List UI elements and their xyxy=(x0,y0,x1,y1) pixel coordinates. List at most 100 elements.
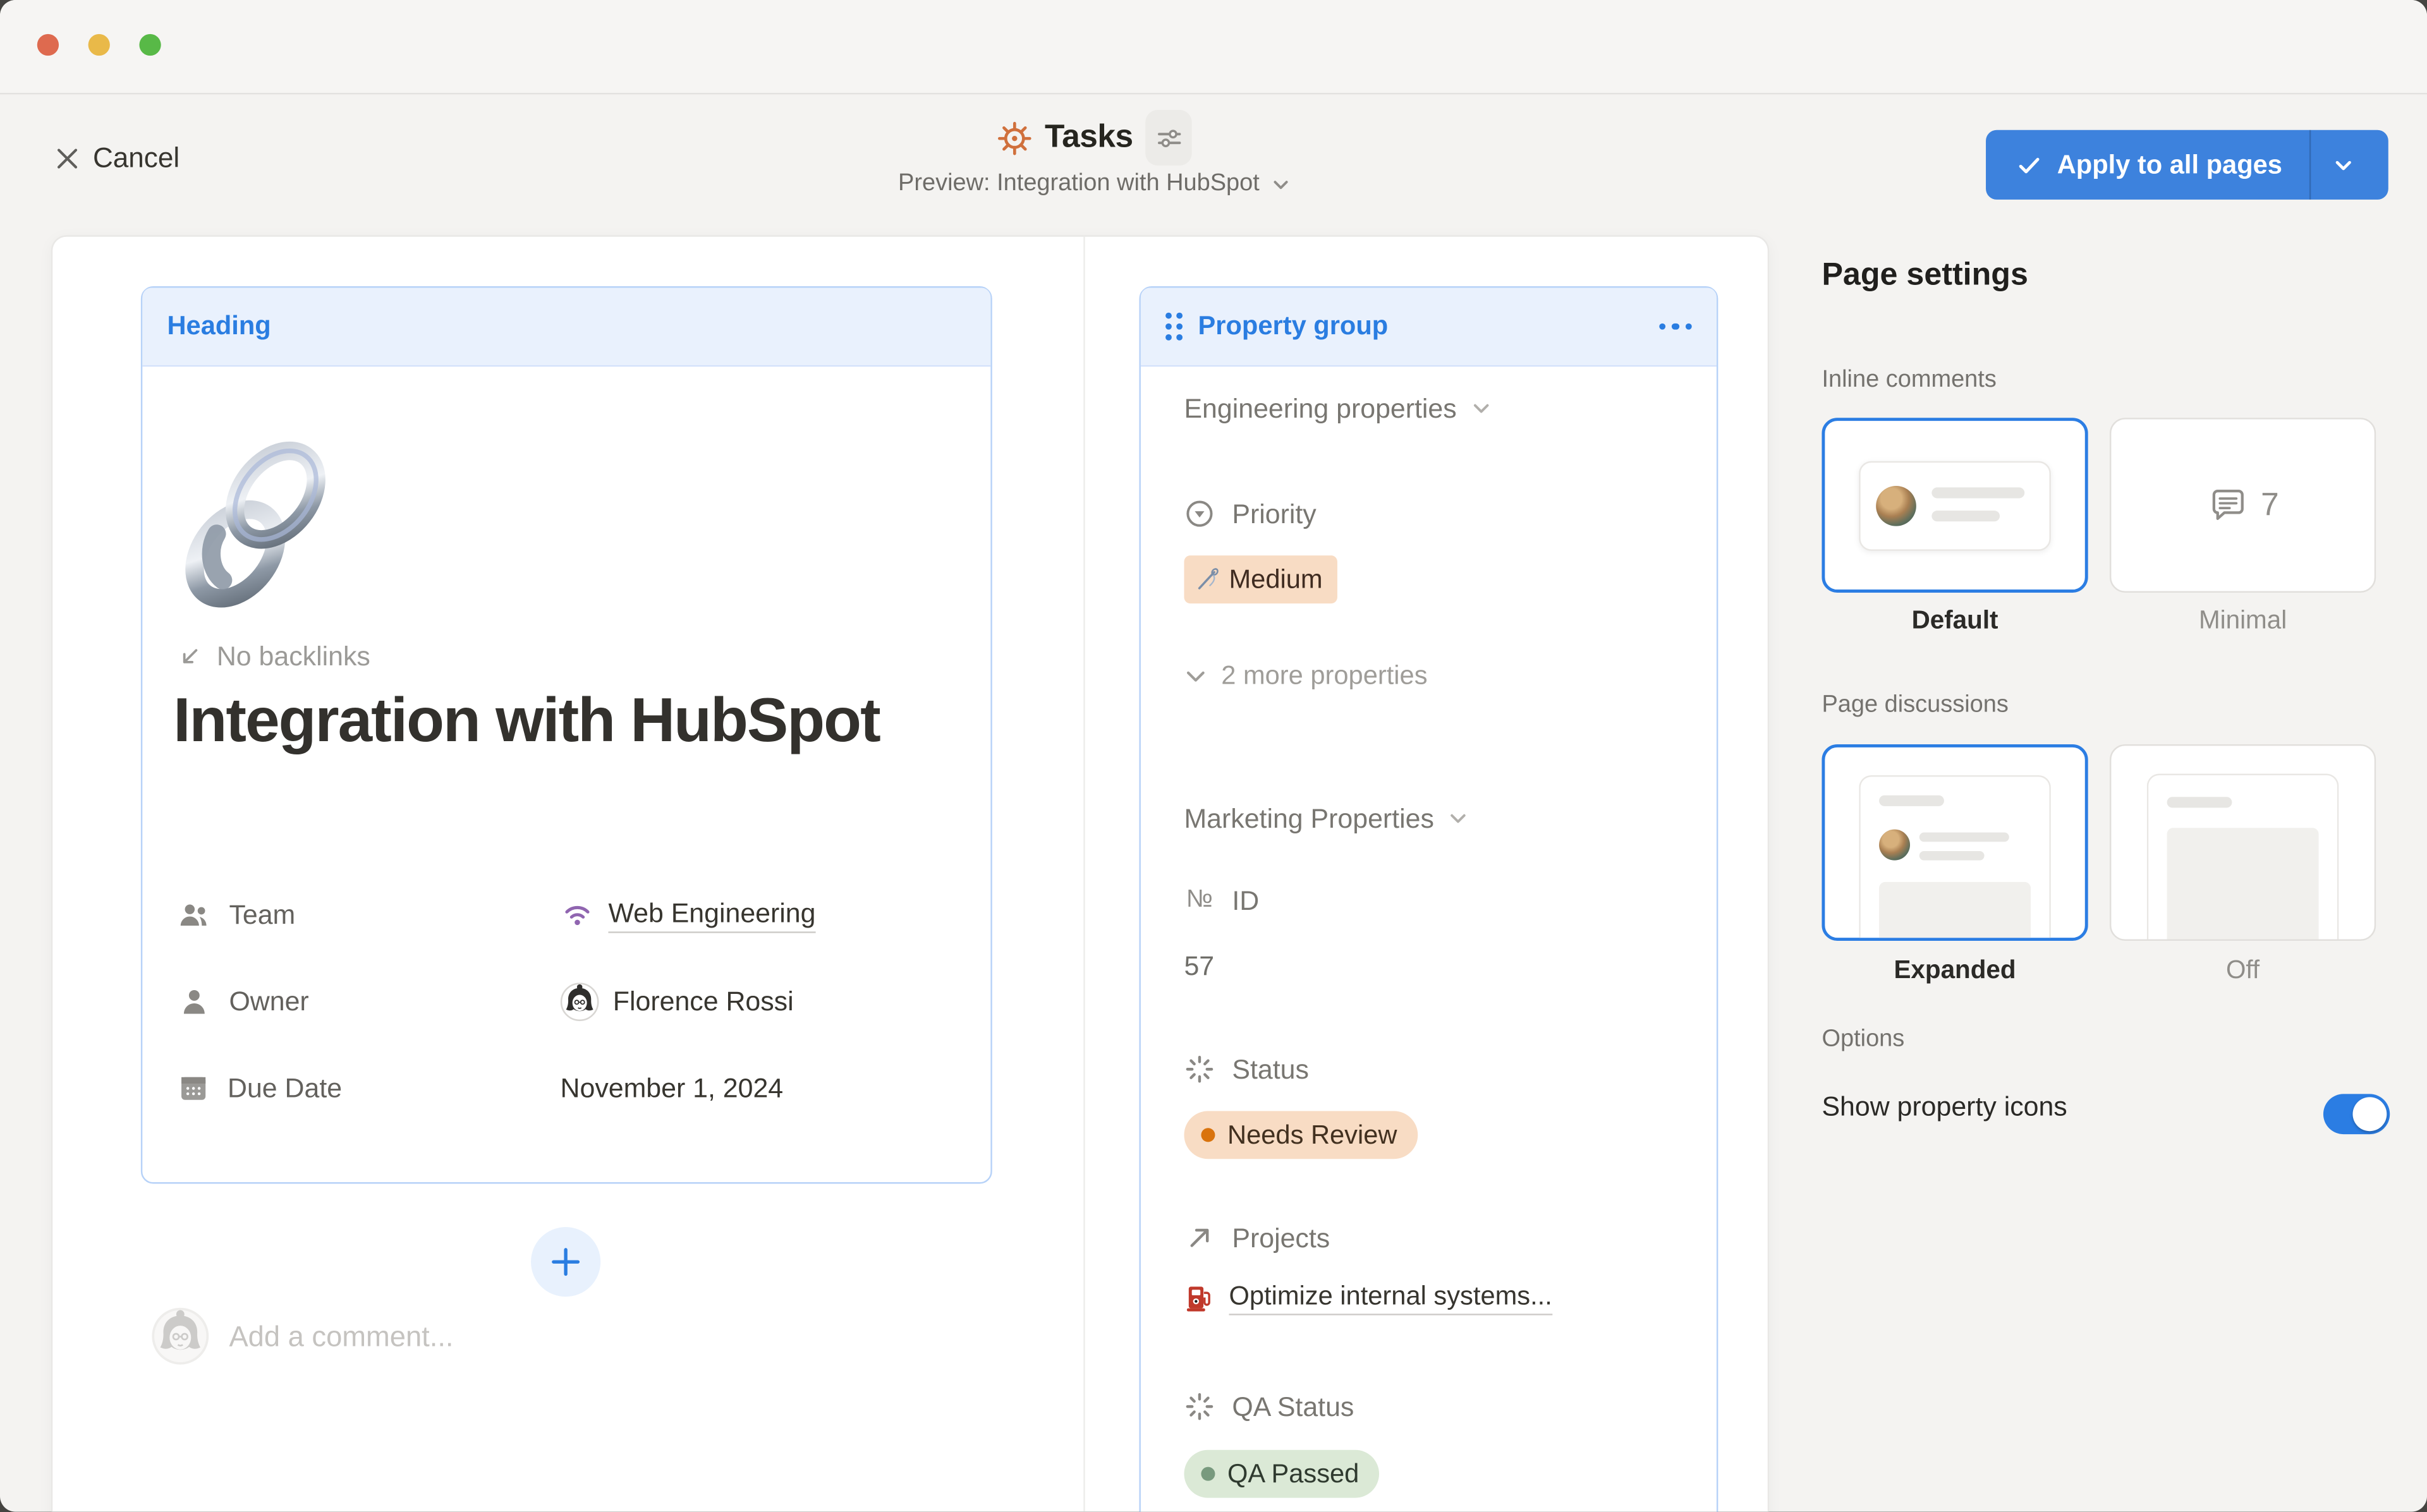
heading-block[interactable]: Heading No backlinks xyxy=(141,286,992,1183)
section-engineering-properties[interactable]: Engineering properties xyxy=(1184,390,1492,427)
close-icon xyxy=(56,147,79,171)
show-property-icons-label: Show property icons xyxy=(1822,1091,2067,1123)
arrow-up-right-icon xyxy=(1184,1223,1215,1254)
avatar xyxy=(1879,830,1910,861)
property-row-due-date[interactable]: Due Date November 1, 2024 xyxy=(176,1061,783,1114)
zoom-window-button[interactable] xyxy=(139,34,161,56)
relation-link-text: Optimize internal systems... xyxy=(1229,1281,1552,1315)
chevron-down-icon xyxy=(1471,397,1492,419)
inline-comments-label: Inline comments xyxy=(1822,366,1996,394)
row-status[interactable]: Status xyxy=(1184,1051,1308,1088)
team-value-link[interactable]: Web Engineering xyxy=(608,897,815,932)
toggle-knob xyxy=(2352,1097,2387,1131)
page-discussions-label: Page discussions xyxy=(1822,692,2008,720)
id-value[interactable]: 57 xyxy=(1184,947,1214,984)
status-pill-needs-review[interactable]: Needs Review xyxy=(1184,1111,1417,1159)
page-heading-title[interactable]: Integration with HubSpot xyxy=(173,684,901,759)
section-title: Engineering properties xyxy=(1184,392,1456,425)
calendar-icon xyxy=(176,1071,210,1105)
preview-label: Preview: Integration with HubSpot xyxy=(898,170,1260,198)
comment-count-badge: 7 xyxy=(2261,487,2279,524)
pill-text: Needs Review xyxy=(1227,1120,1397,1151)
row-id[interactable]: № ID xyxy=(1184,882,1259,919)
column-divider xyxy=(1083,237,1085,1512)
property-label: QA Status xyxy=(1232,1390,1354,1422)
plus-icon xyxy=(549,1245,581,1278)
row-projects[interactable]: Projects xyxy=(1184,1219,1330,1257)
backlinks-label: No backlinks xyxy=(217,641,370,673)
options-label: Options xyxy=(1822,1026,1904,1054)
add-comment-row[interactable]: Add a comment... xyxy=(152,1307,454,1365)
page-preview-panel: Heading No backlinks xyxy=(51,235,1769,1511)
add-comment-placeholder[interactable]: Add a comment... xyxy=(229,1319,453,1353)
status-dot xyxy=(1201,1128,1215,1142)
page-discussions-option-expanded[interactable] xyxy=(1822,744,2088,941)
row-qa-status[interactable]: QA Status xyxy=(1184,1388,1354,1425)
heading-block-header[interactable]: Heading xyxy=(142,288,990,367)
needle-icon xyxy=(1195,566,1222,593)
owner-value: Florence Rossi xyxy=(613,985,794,1017)
customize-layout-button[interactable] xyxy=(1145,110,1191,166)
arrow-down-left-icon xyxy=(176,644,203,670)
property-group-label: Property group xyxy=(1198,311,1389,342)
property-group-header[interactable]: Property group xyxy=(1141,288,1717,367)
status-spinner-icon xyxy=(1184,1054,1215,1085)
status-dot xyxy=(1201,1467,1215,1481)
mini-page-preview xyxy=(1859,775,2051,941)
property-label: Due Date xyxy=(228,1072,342,1104)
comment-bubble-icon xyxy=(2206,485,2248,526)
status-spinner-icon xyxy=(1184,1391,1215,1422)
property-row-owner[interactable]: Owner Florence Rossi xyxy=(176,975,793,1027)
row-priority[interactable]: Priority xyxy=(1184,495,1316,533)
preview-selector[interactable]: Preview: Integration with HubSpot xyxy=(774,170,1414,198)
option-label-minimal: Minimal xyxy=(2110,607,2376,636)
cancel-button[interactable]: Cancel xyxy=(56,142,179,174)
backlinks-indicator[interactable]: No backlinks xyxy=(176,641,370,673)
priority-icon xyxy=(1184,499,1215,529)
property-label: ID xyxy=(1232,885,1259,917)
settings-title: Page settings xyxy=(1822,257,2028,294)
pill-text: QA Passed xyxy=(1227,1458,1359,1489)
project-relation-link[interactable]: Optimize internal systems... xyxy=(1184,1281,1552,1315)
block-menu-button[interactable] xyxy=(1658,323,1692,330)
option-label-expanded: Expanded xyxy=(1822,956,2088,986)
priority-tag-medium[interactable]: Medium xyxy=(1184,555,1338,603)
sliders-icon xyxy=(1155,124,1182,151)
option-label-default: Default xyxy=(1822,607,2088,636)
section-title: Marketing Properties xyxy=(1184,802,1433,835)
heading-block-label: Heading xyxy=(167,311,271,342)
chain-links-icon xyxy=(176,437,338,610)
tag-text: Medium xyxy=(1229,564,1322,595)
mini-comment-preview xyxy=(1859,461,2051,550)
qa-status-pill-passed[interactable]: QA Passed xyxy=(1184,1450,1379,1498)
add-block-button[interactable] xyxy=(531,1227,600,1297)
show-property-icons-toggle[interactable] xyxy=(2323,1094,2390,1134)
chevron-down-icon xyxy=(1184,665,1207,688)
page-settings-panel: Page settings Inline comments 7 Default … xyxy=(1822,0,2427,1512)
inline-comments-option-minimal[interactable]: 7 xyxy=(2110,418,2376,593)
fuel-pump-icon xyxy=(1184,1283,1215,1314)
owner-avatar xyxy=(561,982,599,1020)
close-window-button[interactable] xyxy=(37,34,59,56)
more-properties-label: 2 more properties xyxy=(1221,661,1427,692)
id-value-text: 57 xyxy=(1184,949,1214,981)
inline-comments-option-default[interactable] xyxy=(1822,418,2088,593)
helm-icon xyxy=(997,120,1032,155)
number-icon: № xyxy=(1184,886,1215,914)
property-label: Projects xyxy=(1232,1221,1330,1254)
property-label: Owner xyxy=(229,985,308,1017)
property-group-block[interactable]: Property group Engineering properties Pr… xyxy=(1139,286,1718,1512)
more-properties-toggle[interactable]: 2 more properties xyxy=(1184,658,1427,695)
chevron-down-icon xyxy=(1448,807,1469,829)
window: Cancel Tasks xyxy=(0,0,2427,1512)
people-icon xyxy=(176,897,212,932)
minimize-window-button[interactable] xyxy=(88,34,110,56)
property-row-team[interactable]: Team Web Engineering xyxy=(176,888,815,941)
section-marketing-properties[interactable]: Marketing Properties xyxy=(1184,800,1469,837)
option-label-off: Off xyxy=(2110,956,2376,986)
page-discussions-option-off[interactable] xyxy=(2110,744,2376,941)
page-title: Tasks xyxy=(1045,119,1133,157)
avatar xyxy=(1876,485,1916,526)
drag-handle-icon[interactable] xyxy=(1165,313,1183,341)
signal-icon xyxy=(561,897,595,931)
